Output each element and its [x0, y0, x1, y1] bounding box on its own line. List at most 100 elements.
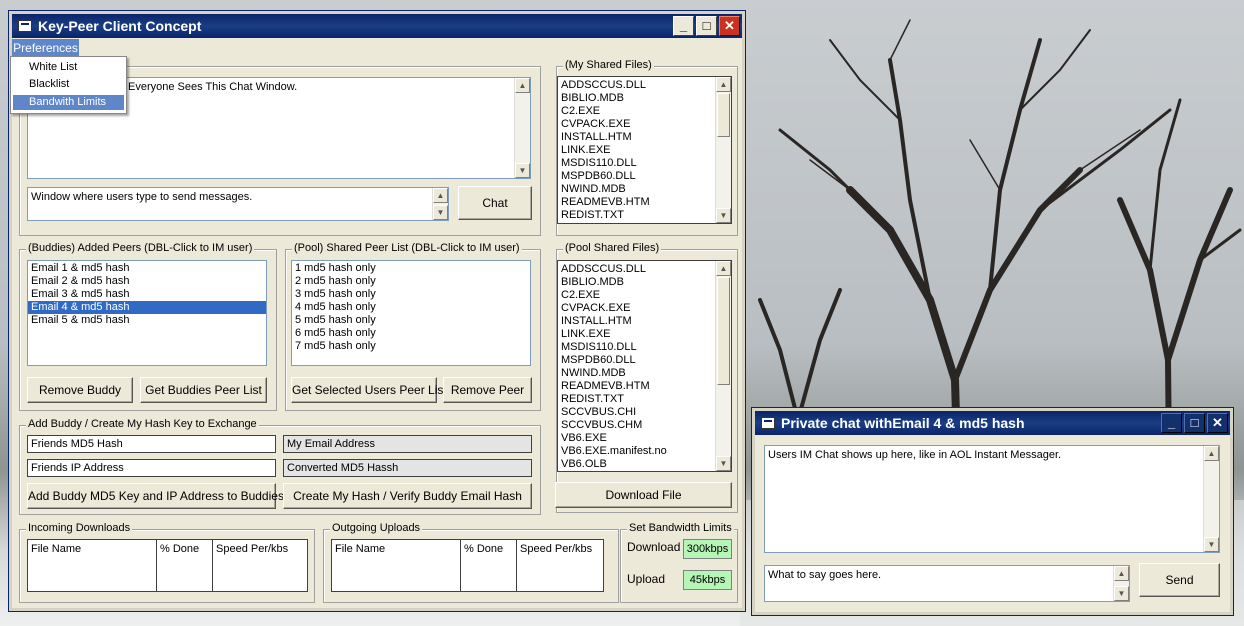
- list-item[interactable]: MSDIS110.DLL: [558, 341, 731, 354]
- list-item[interactable]: Email 1 & md5 hash: [28, 262, 266, 275]
- message-input[interactable]: Window where users type to send messages…: [27, 187, 449, 221]
- list-item[interactable]: CVPACK.EXE: [558, 302, 731, 315]
- minimize-icon[interactable]: _: [673, 16, 694, 36]
- list-item[interactable]: CVPACK.EXE: [558, 118, 731, 131]
- list-item[interactable]: INSTALL.HTM: [558, 131, 731, 144]
- upload-limit-label: Upload: [627, 572, 666, 586]
- list-item[interactable]: MSDIS110.DLL: [558, 157, 731, 170]
- private-chat-display[interactable]: Users IM Chat shows up here, like in AOL…: [764, 445, 1220, 553]
- download-limit-field[interactable]: 300kbps: [683, 539, 732, 559]
- pool-shared-files-list[interactable]: ADDSCCUS.DLL BIBLIO.MDB C2.EXE CVPACK.EXE IN…: [557, 260, 732, 472]
- friends-ip-field[interactable]: Friends IP Address: [27, 459, 276, 477]
- list-item[interactable]: ADDSCCUS.DLL: [558, 263, 731, 276]
- converted-md5-field[interactable]: Converted MD5 Hassh: [283, 459, 532, 477]
- list-item[interactable]: 3 md5 hash only: [292, 288, 530, 301]
- private-chat-scrollbar[interactable]: ▲ ▼: [1203, 446, 1219, 552]
- upload-limit-field[interactable]: 45kbps: [683, 570, 732, 590]
- scroll-down-icon[interactable]: ▼: [1204, 537, 1219, 552]
- scroll-up-icon[interactable]: ▲: [716, 77, 731, 92]
- list-item[interactable]: C2.EXE: [558, 289, 731, 302]
- get-selected-users-peer-list-button[interactable]: Get Selected Users Peer List: [291, 377, 447, 403]
- list-item[interactable]: 5 md5 hash only: [292, 314, 530, 327]
- add-buddy-button[interactable]: Add Buddy MD5 Key and IP Address to Budd…: [27, 483, 284, 509]
- list-item[interactable]: Email 5 & md5 hash: [28, 314, 266, 327]
- remove-peer-button[interactable]: Remove Peer: [443, 377, 532, 403]
- list-item[interactable]: 7 md5 hash only: [292, 340, 530, 353]
- my-email-field[interactable]: My Email Address: [283, 435, 532, 453]
- list-item[interactable]: Email 2 & md5 hash: [28, 275, 266, 288]
- scroll-thumb[interactable]: [717, 93, 730, 137]
- minimize-icon[interactable]: _: [1161, 413, 1182, 433]
- scroll-up-icon[interactable]: ▲: [1204, 446, 1219, 461]
- download-limit-value: 300kbps: [686, 543, 729, 555]
- list-item[interactable]: REDIST.TXT: [558, 393, 731, 406]
- list-item[interactable]: READMEVB.HTM: [558, 380, 731, 393]
- list-item[interactable]: BIBLIO.MDB: [558, 276, 731, 289]
- buddies-list[interactable]: Email 1 & md5 hash Email 2 & md5 hash Emai…: [27, 260, 267, 366]
- my-shared-files-list[interactable]: ADDSCCUS.DLL BIBLIO.MDB C2.EXE CVPACK.EXE IN…: [557, 76, 732, 224]
- download-file-button[interactable]: Download File: [555, 482, 732, 508]
- list-item[interactable]: VB6.EXE.manifest.no: [558, 445, 731, 458]
- scroll-thumb[interactable]: [717, 277, 730, 385]
- list-item[interactable]: ADDSCCUS.DLL: [558, 79, 731, 92]
- list-item[interactable]: NWIND.MDB: [558, 367, 731, 380]
- maximize-icon[interactable]: □: [696, 16, 717, 36]
- private-input-text: What to say goes here.: [768, 569, 882, 581]
- scroll-down-icon[interactable]: ▼: [1114, 586, 1129, 601]
- menu-item-bandwith-limits[interactable]: Bandwith Limits: [13, 95, 124, 110]
- remove-buddy-button[interactable]: Remove Buddy: [27, 377, 133, 403]
- private-input-scrollbar[interactable]: ▲ ▼: [1113, 566, 1129, 601]
- list-item[interactable]: LINK.EXE: [558, 144, 731, 157]
- pool-peers-items: 1 md5 hash only 2 md5 hash only 3 md5 hash…: [292, 262, 530, 353]
- message-scrollbar[interactable]: ▲ ▼: [432, 188, 448, 220]
- scroll-up-icon[interactable]: ▲: [515, 78, 530, 93]
- list-item[interactable]: INSTALL.HTM: [558, 315, 731, 328]
- maximize-icon[interactable]: □: [1184, 413, 1205, 433]
- list-item[interactable]: Email 3 & md5 hash: [28, 288, 266, 301]
- main-titlebar[interactable]: Key-Peer Client Concept _ □ ✕: [12, 14, 742, 38]
- menu-item-blacklist[interactable]: Blacklist: [13, 77, 124, 92]
- list-item[interactable]: VB6.EXE: [558, 432, 731, 445]
- send-button[interactable]: Send: [1139, 563, 1220, 597]
- list-item[interactable]: 4 md5 hash only: [292, 301, 530, 314]
- scroll-up-icon[interactable]: ▲: [716, 261, 731, 276]
- private-titlebar[interactable]: Private chat withEmail 4 & md5 hash _ □ …: [755, 411, 1230, 435]
- close-icon[interactable]: ✕: [1207, 413, 1228, 433]
- pool-peers-list[interactable]: 1 md5 hash only 2 md5 hash only 3 md5 hash…: [291, 260, 531, 366]
- menu-preferences[interactable]: Preferences: [12, 39, 79, 57]
- list-item[interactable]: C2.EXE: [558, 105, 731, 118]
- scroll-down-icon[interactable]: ▼: [716, 456, 731, 471]
- scroll-up-icon[interactable]: ▲: [1114, 566, 1129, 581]
- incoming-downloads-table[interactable]: File Name % Done Speed Per/kbs: [27, 539, 308, 592]
- list-item[interactable]: SCCVBUS.CHI: [558, 406, 731, 419]
- get-buddies-peer-list-button[interactable]: Get Buddies Peer List: [140, 377, 267, 403]
- chat-button[interactable]: Chat: [458, 186, 532, 220]
- scroll-up-icon[interactable]: ▲: [433, 188, 448, 203]
- list-item[interactable]: MSPDB60.DLL: [558, 354, 731, 367]
- pool-files-scrollbar[interactable]: ▲ ▼: [715, 261, 731, 471]
- list-item[interactable]: Email 4 & md5 hash: [28, 301, 266, 314]
- list-item[interactable]: VB6.OLB: [558, 458, 731, 471]
- list-item[interactable]: BIBLIO.MDB: [558, 92, 731, 105]
- my-files-scrollbar[interactable]: ▲ ▼: [715, 77, 731, 223]
- list-item[interactable]: REDIST.TXT: [558, 209, 731, 222]
- list-item[interactable]: READMEVB.HTM: [558, 196, 731, 209]
- list-item[interactable]: 1 md5 hash only: [292, 262, 530, 275]
- list-item[interactable]: MSPDB60.DLL: [558, 170, 731, 183]
- list-item[interactable]: SCCVBUS.CHM: [558, 419, 731, 432]
- list-item[interactable]: 6 md5 hash only: [292, 327, 530, 340]
- outgoing-uploads-table[interactable]: File Name % Done Speed Per/kbs: [331, 539, 604, 592]
- scroll-down-icon[interactable]: ▼: [716, 208, 731, 223]
- scroll-down-icon[interactable]: ▼: [433, 205, 448, 220]
- list-item[interactable]: NWIND.MDB: [558, 183, 731, 196]
- chat-text: Everyone Sees This Chat Window.: [128, 81, 298, 93]
- close-icon[interactable]: ✕: [719, 16, 740, 36]
- list-item[interactable]: LINK.EXE: [558, 328, 731, 341]
- friends-md5-field[interactable]: Friends MD5 Hash: [27, 435, 276, 453]
- menu-item-white-list[interactable]: White List: [13, 60, 124, 75]
- private-message-input[interactable]: What to say goes here. ▲ ▼: [764, 565, 1130, 602]
- create-hash-button[interactable]: Create My Hash / Verify Buddy Email Hash: [283, 483, 532, 509]
- list-item[interactable]: 2 md5 hash only: [292, 275, 530, 288]
- chat-scrollbar[interactable]: ▲ ▼: [514, 78, 530, 178]
- scroll-down-icon[interactable]: ▼: [515, 163, 530, 178]
